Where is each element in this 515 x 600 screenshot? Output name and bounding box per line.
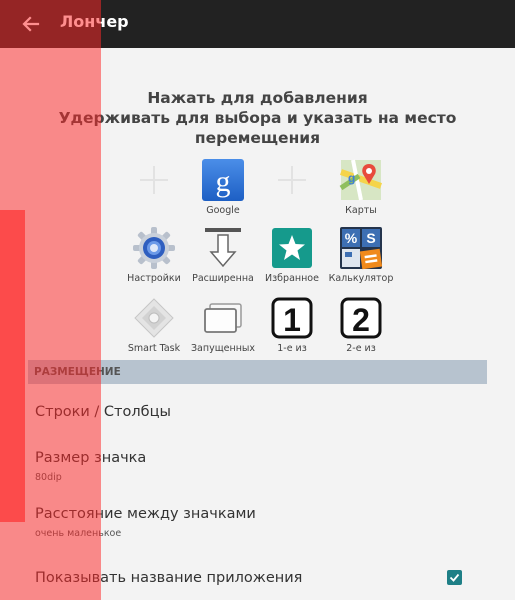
pref-icon-size-value: 80dip — [35, 472, 62, 483]
instruction-line-1: Нажать для добавления — [147, 89, 368, 107]
maps-icon: g — [339, 159, 382, 201]
expand-down-icon — [205, 228, 241, 268]
grid-item-second-of[interactable]: 2 2-е из — [319, 296, 403, 358]
pref-icon-spacing-value: очень маленькое — [35, 528, 122, 539]
section-header-placement: РАЗМЕЩЕНИЕ — [28, 360, 487, 384]
smart-task-icon — [134, 298, 174, 338]
grid-label: Карты — [345, 205, 377, 216]
back-button[interactable] — [16, 9, 46, 39]
running-apps-icon — [204, 303, 242, 333]
instruction-line-3: перемещения — [194, 129, 321, 147]
grid-item-maps[interactable]: g Карты — [319, 158, 403, 220]
google-icon: g — [202, 159, 244, 201]
arrow-left-icon — [22, 16, 40, 32]
calculator-icon: % S — [340, 227, 383, 270]
number-one-icon: 1 — [271, 297, 313, 339]
settings-gear-icon — [133, 227, 175, 269]
svg-text:S: S — [366, 230, 375, 246]
svg-text:g: g — [348, 171, 355, 185]
grid-label: Калькулятор — [328, 273, 394, 284]
svg-text:2: 2 — [352, 302, 370, 338]
pref-icon-spacing[interactable]: Расстояние между значками — [35, 506, 256, 522]
grid-item-calculator[interactable]: % S Калькулятор — [319, 226, 403, 288]
favorites-star-icon — [272, 228, 312, 268]
pref-icon-size[interactable]: Размер значка — [35, 450, 146, 466]
pref-rows-columns[interactable]: Строки / Столбцы — [35, 404, 171, 420]
checkmark-icon — [449, 573, 460, 582]
app-title: Лончер — [60, 12, 129, 31]
svg-text:%: % — [345, 230, 358, 246]
svg-text:g: g — [216, 165, 231, 198]
grid-label: 2-е из — [346, 343, 376, 354]
instruction-line-2: Удерживать для выбора и указать на место — [58, 109, 457, 127]
show-app-name-checkbox[interactable] — [447, 570, 462, 585]
app-bar: Лончер — [0, 0, 515, 48]
pref-show-app-name[interactable]: Показывать название приложения — [35, 570, 302, 586]
plus-icon — [140, 166, 168, 194]
number-two-icon: 2 — [340, 297, 382, 339]
svg-text:1: 1 — [283, 302, 301, 338]
plus-icon — [278, 166, 306, 194]
